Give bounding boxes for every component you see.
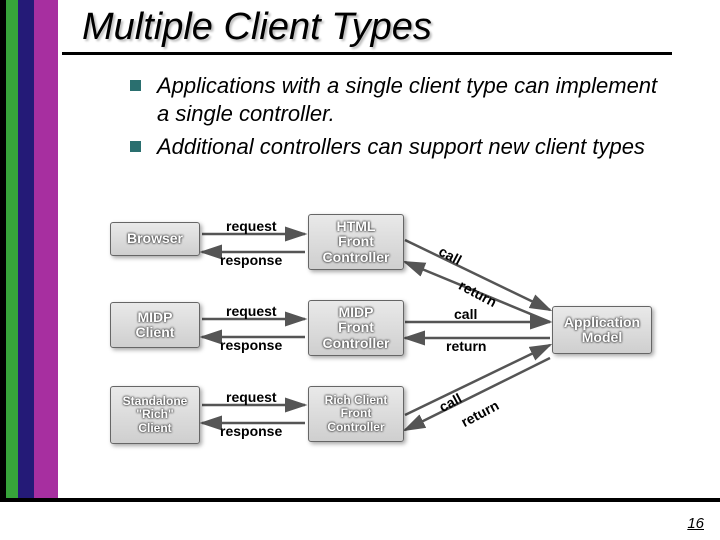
node-controller-rich: Rich Client Front Controller — [308, 386, 404, 442]
edge-label-call: call — [436, 390, 464, 415]
edge-label-request: request — [226, 218, 277, 234]
bullet-text: Additional controllers can support new c… — [157, 133, 645, 161]
bullet-item: Applications with a single client type c… — [130, 72, 670, 127]
page-number: 16 — [687, 515, 704, 532]
node-controller-midp: MIDP Front Controller — [308, 300, 404, 356]
edge-label-return: return — [446, 338, 486, 354]
edge-label-response: response — [220, 252, 282, 268]
edge-label-return: return — [458, 397, 501, 430]
accent-bar-green — [6, 0, 18, 502]
edge-label-call: call — [454, 306, 477, 322]
bullet-item: Additional controllers can support new c… — [130, 133, 670, 161]
edge-label-request: request — [226, 389, 277, 405]
bullet-text: Applications with a single client type c… — [157, 72, 670, 127]
node-client-browser: Browser — [110, 222, 200, 256]
bullet-marker-icon — [130, 141, 141, 152]
node-controller-html: HTML Front Controller — [308, 214, 404, 270]
bottom-rule — [0, 498, 720, 502]
edge-label-call: call — [436, 243, 464, 268]
bullet-list: Applications with a single client type c… — [130, 72, 670, 167]
architecture-diagram: Browser MIDP Client Standalone "Rich" Cl… — [110, 210, 670, 490]
slide-title: Multiple Client Types — [82, 6, 432, 49]
title-underline — [62, 52, 672, 55]
edge-label-request: request — [226, 303, 277, 319]
node-application-model: Application Model — [552, 306, 652, 354]
accent-bar-purple — [34, 0, 58, 502]
edge-label-response: response — [220, 337, 282, 353]
bullet-marker-icon — [130, 80, 141, 91]
edge-label-response: response — [220, 423, 282, 439]
node-client-rich: Standalone "Rich" Client — [110, 386, 200, 444]
node-client-midp: MIDP Client — [110, 302, 200, 348]
accent-bar-blue — [18, 0, 34, 502]
